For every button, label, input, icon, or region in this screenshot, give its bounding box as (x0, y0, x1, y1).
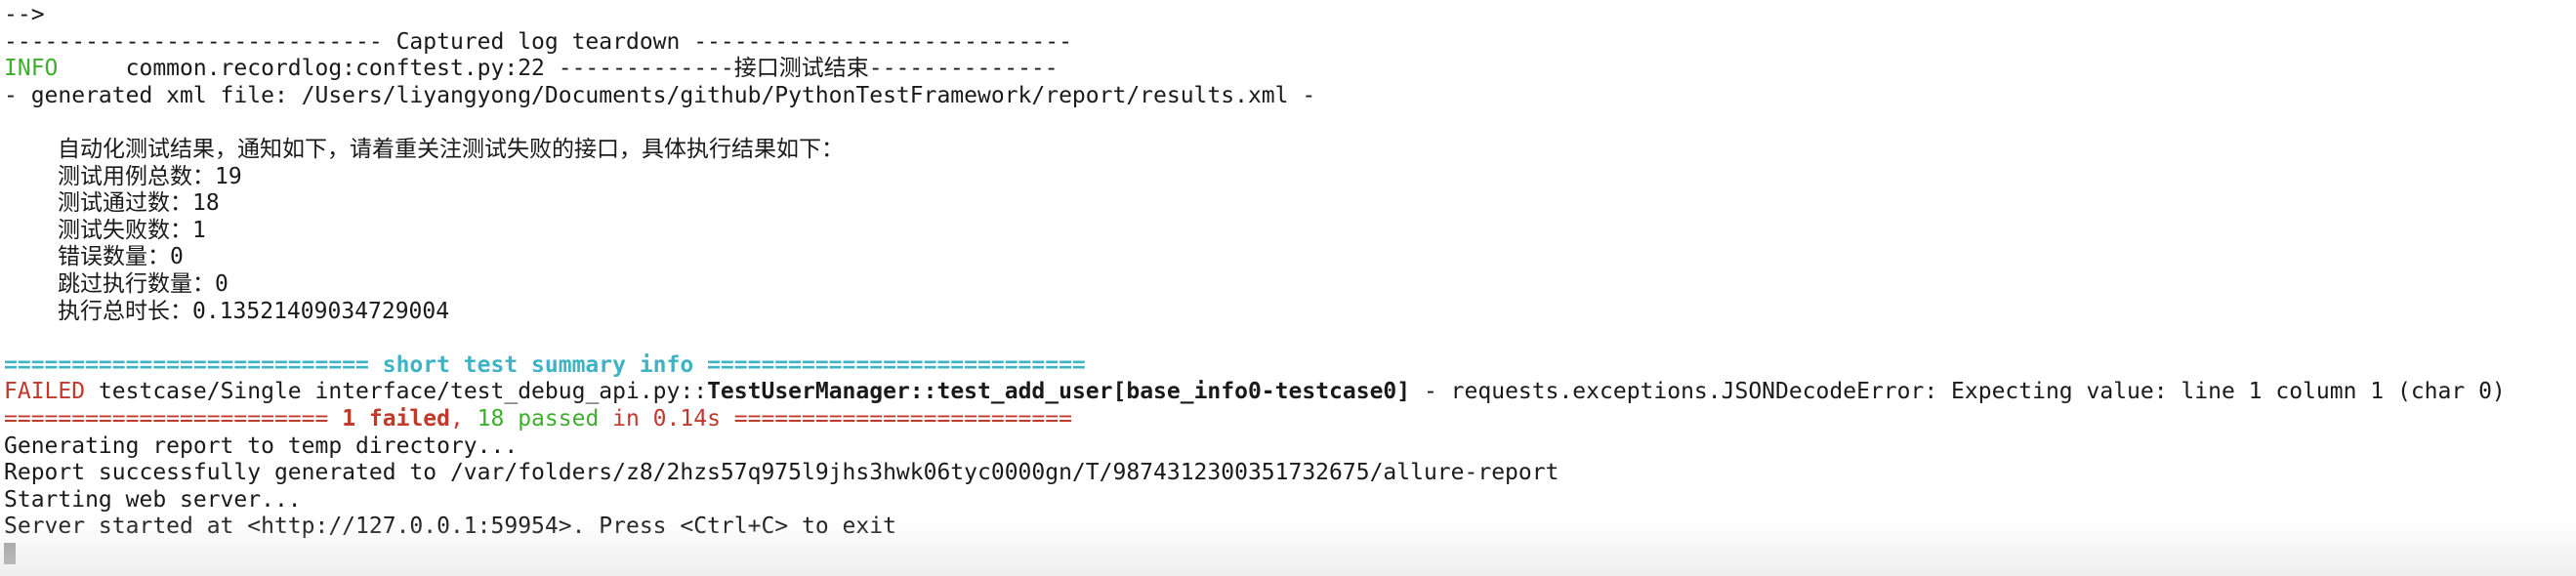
allure-generating: Generating report to temp directory... (4, 432, 519, 459)
run-time: in 0.14s (599, 405, 721, 432)
error-message: - requests.exceptions.JSONDecodeError: E… (1410, 379, 2506, 405)
failed-test-line: FAILED testcase/Single interface/test_de… (4, 379, 2576, 406)
prompt-line[interactable] (4, 541, 2576, 568)
log-message: common.recordlog:conftest.py:22 --------… (58, 56, 1059, 82)
failed-total: 1 failed (342, 405, 450, 432)
log-line: --> (4, 2, 45, 27)
passed-total: 18 passed (477, 405, 600, 432)
summary-rule-left: ======================== (4, 405, 343, 432)
terminal-window[interactable]: --> ---------------------------- Capture… (0, 0, 2576, 576)
test-path: testcase/Single interface/test_debug_api… (85, 379, 708, 405)
skipped-count: 跳过执行数量：0 (58, 270, 229, 297)
passed-count: 测试通过数：18 (58, 190, 220, 217)
log-level-info: INFO (4, 56, 59, 82)
log-line-info: INFO common.recordlog:conftest.py:22 ---… (4, 56, 2576, 83)
total-duration: 执行总时长：0.13521409034729004 (58, 298, 450, 324)
server-started: Server started at <http://127.0.0.1:5995… (4, 514, 896, 540)
failed-count: 测试失败数：1 (58, 217, 206, 243)
result-summary-line: ======================== 1 failed, 18 pa… (4, 406, 2576, 433)
total-cases: 测试用例总数：19 (58, 163, 242, 189)
allure-report-path: Report successfully generated to /var/fo… (4, 460, 1559, 486)
failed-status: FAILED (4, 379, 86, 405)
error-count: 错误数量：0 (58, 244, 184, 270)
summary-comma: , (449, 405, 478, 432)
captured-log-header: ---------------------------- Captured lo… (4, 28, 1072, 55)
web-server-starting: Starting web server... (4, 486, 302, 513)
cursor-icon (4, 543, 16, 565)
test-name: TestUserManager::test_add_user[base_info… (707, 379, 1411, 405)
xml-generated-line: - generated xml file: /Users/liyangyong/… (4, 82, 1316, 108)
summary-header: =========================== short test s… (4, 351, 1086, 378)
summary-rule-right: ========================= (720, 405, 1072, 432)
result-intro: 自动化测试结果，通知如下，请着重关注测试失败的接口，具体执行结果如下： (58, 136, 844, 162)
